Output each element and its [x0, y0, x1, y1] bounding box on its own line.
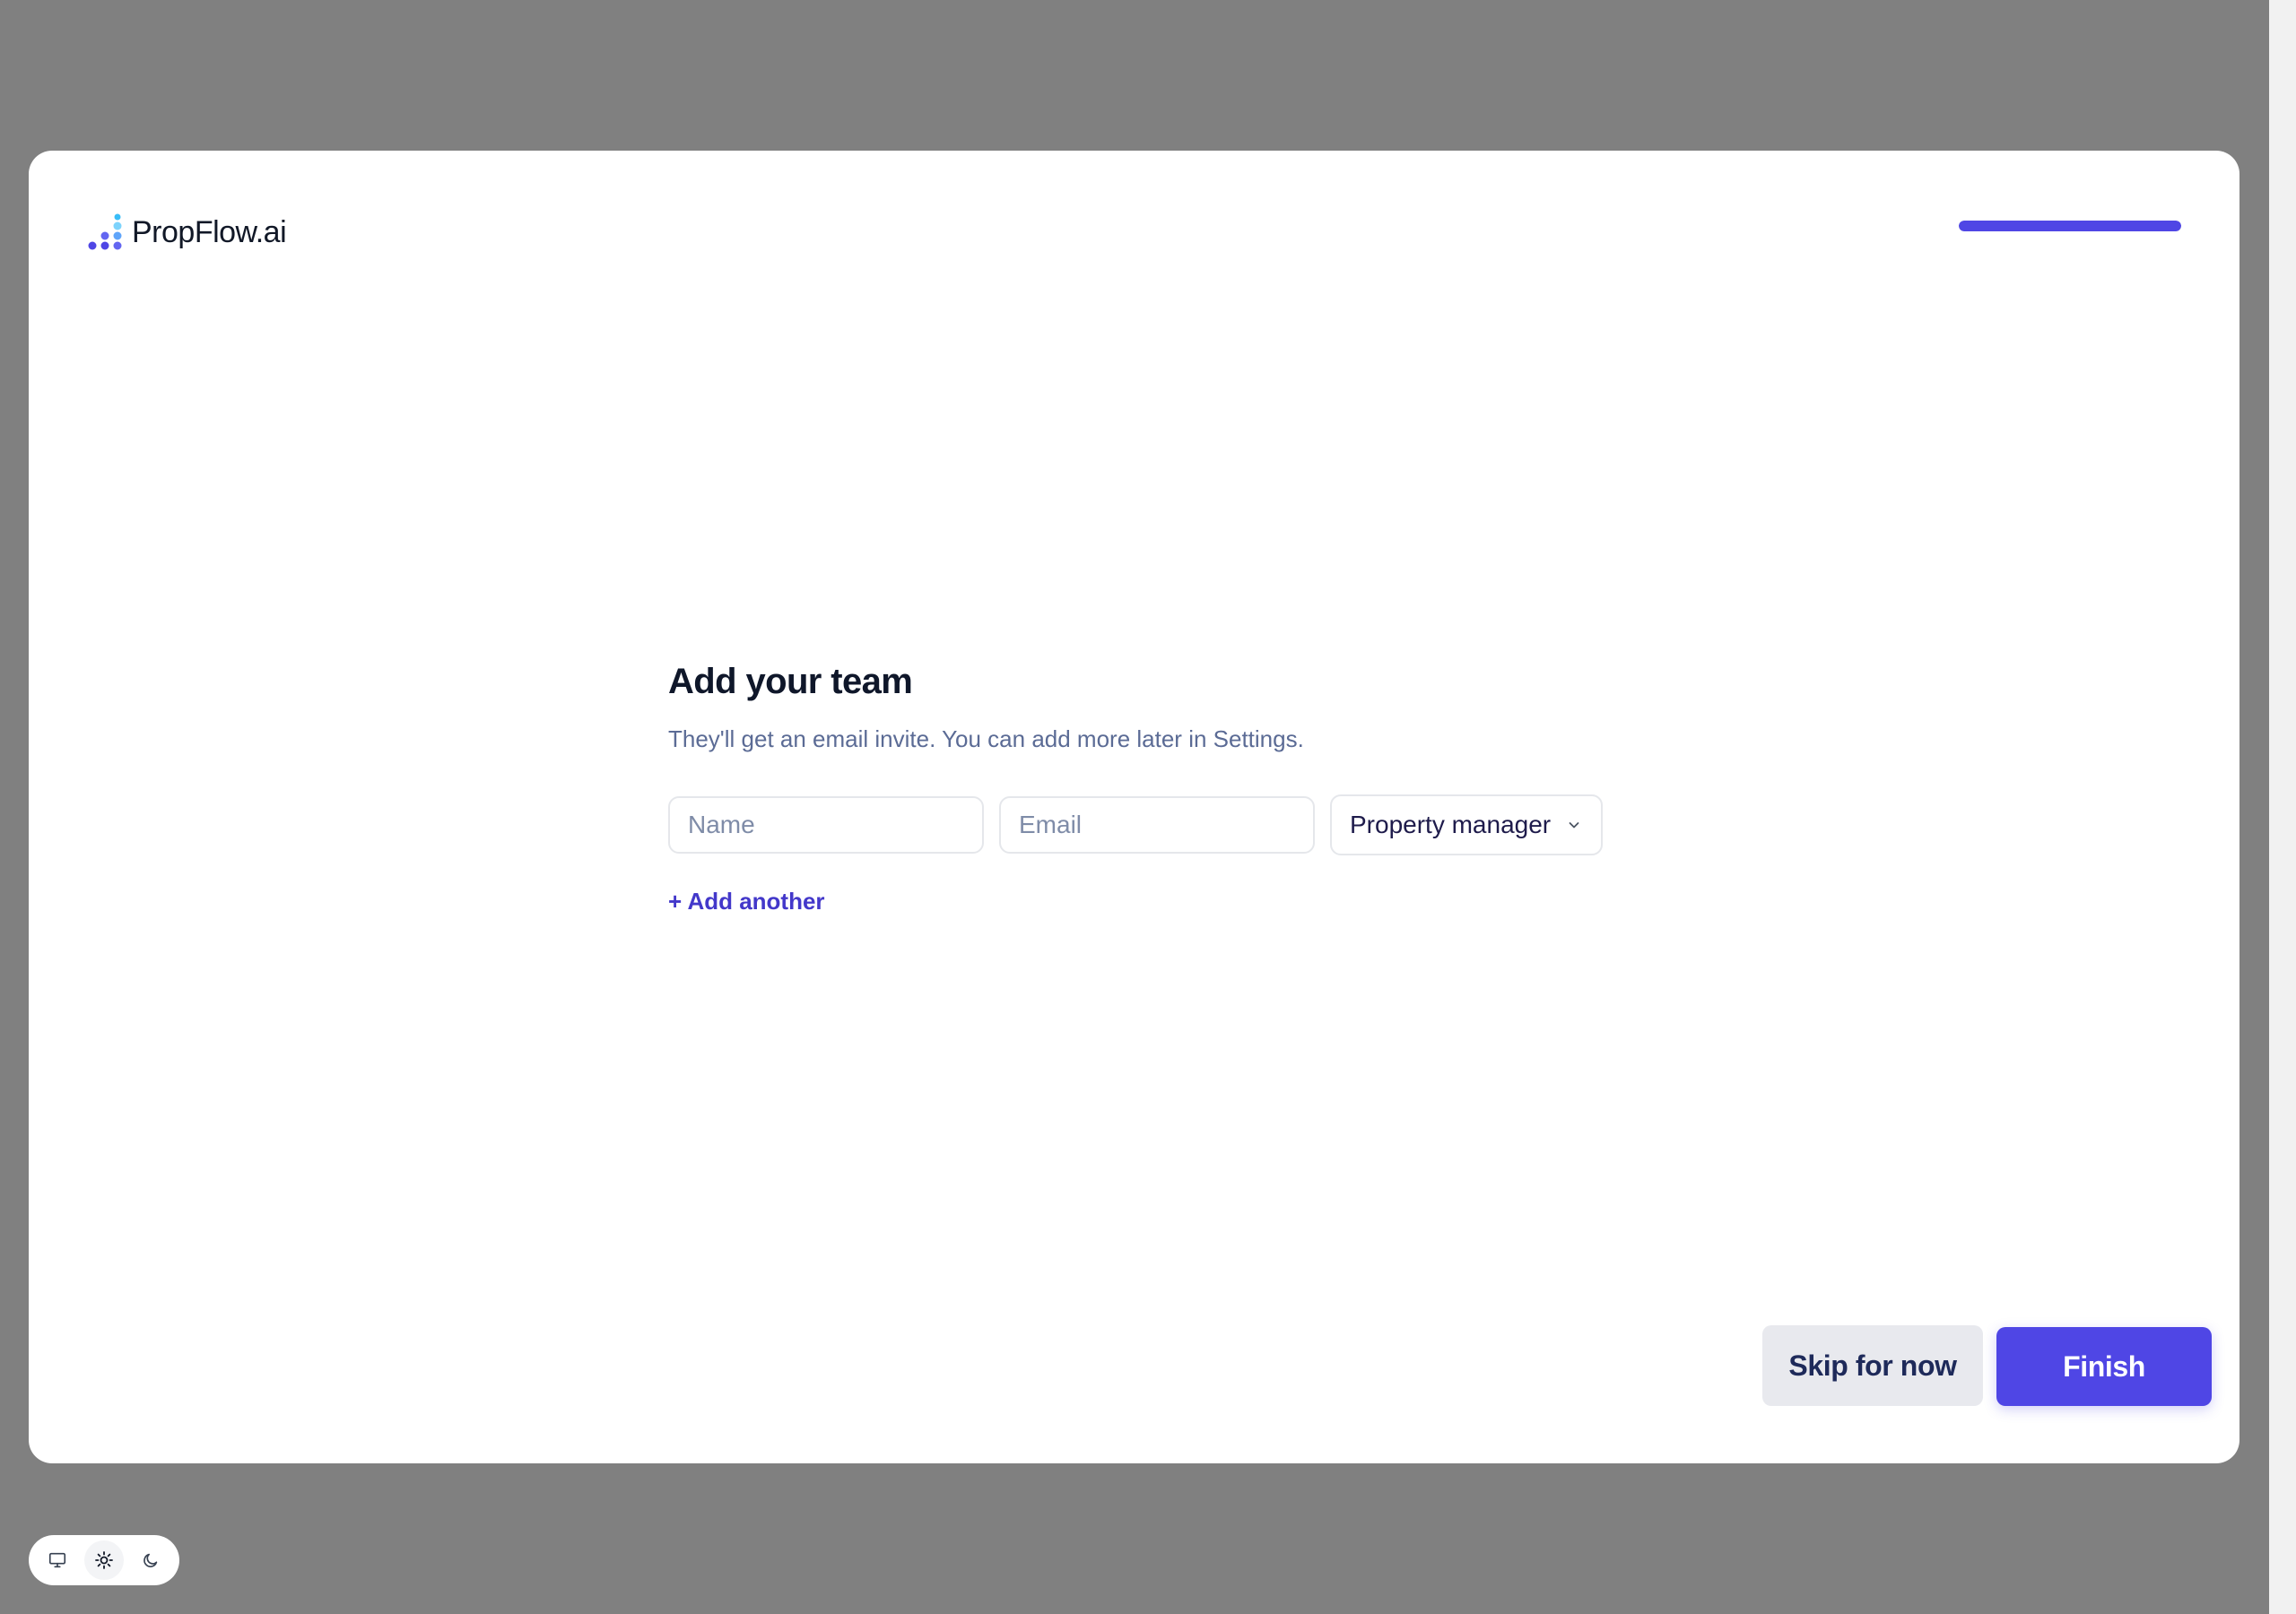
- monitor-icon: [48, 1552, 66, 1568]
- page-title: Add your team: [668, 662, 913, 701]
- moon-icon: [144, 1553, 158, 1567]
- name-input[interactable]: [668, 796, 984, 854]
- onboarding-card: PropFlow.ai Add your team They'll get an…: [29, 151, 2239, 1463]
- page-subtitle: They'll get an email invite. You can add…: [668, 725, 1304, 752]
- role-select-value: Property manager: [1350, 811, 1552, 838]
- finish-button[interactable]: Finish: [1996, 1327, 2212, 1406]
- theme-switcher: [29, 1535, 179, 1585]
- scrollbar-track[interactable]: [2269, 0, 2296, 1614]
- sun-icon: [95, 1551, 113, 1569]
- brand-logo: PropFlow.ai: [87, 210, 287, 255]
- onboarding-progress-bar: [1959, 221, 2181, 231]
- chevron-down-icon: [1569, 822, 1579, 829]
- team-member-row: Property manager: [668, 794, 1655, 855]
- add-another-link[interactable]: + Add another: [668, 888, 825, 915]
- bar-dots-logo-icon: [88, 213, 122, 250]
- theme-dark-button[interactable]: [131, 1540, 170, 1580]
- theme-system-button[interactable]: [38, 1540, 77, 1580]
- brand-name: PropFlow.ai: [132, 214, 287, 249]
- theme-light-button[interactable]: [84, 1540, 124, 1580]
- skip-button[interactable]: Skip for now: [1762, 1325, 1983, 1406]
- progress-fill: [1959, 221, 2181, 231]
- team-form: Add your team They'll get an email invit…: [668, 662, 1655, 915]
- email-input[interactable]: [999, 796, 1315, 854]
- role-select[interactable]: Property manager: [1330, 794, 1603, 855]
